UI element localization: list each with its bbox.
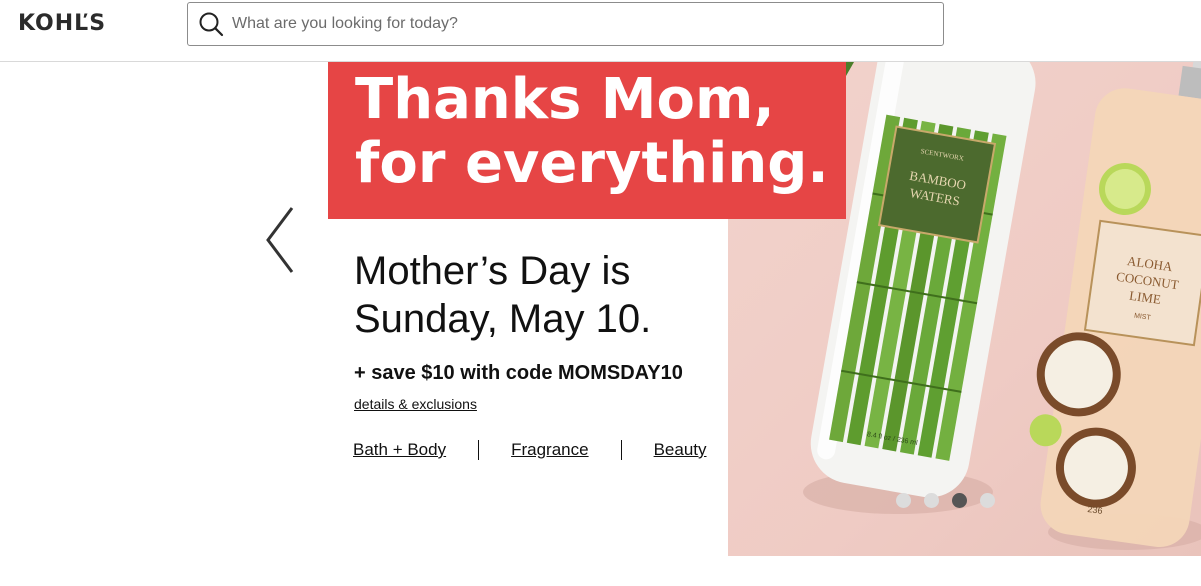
- category-link-fragrance[interactable]: Fragrance: [511, 440, 588, 460]
- search-icon[interactable]: [196, 9, 226, 39]
- details-exclusions-link[interactable]: details & exclusions: [354, 396, 477, 412]
- category-link-beauty[interactable]: Beauty: [654, 440, 707, 460]
- hero-subheadline: Mother’s Day is Sunday, May 10.: [354, 249, 652, 341]
- carousel-dot[interactable]: [952, 493, 967, 508]
- hero-headline: Thanks Mom, for everything.: [355, 67, 829, 196]
- bottle2-size-label: 236: [1087, 504, 1103, 516]
- carousel-dot[interactable]: [924, 493, 939, 508]
- site-header: KOHĽS: [0, 0, 1201, 62]
- carousel-prev-arrow-icon[interactable]: [262, 205, 298, 275]
- hero-banner[interactable]: Thanks Mom, for everything.: [328, 62, 846, 219]
- promo-code-text: + save $10 with code MOMSDAY10: [354, 362, 683, 384]
- divider: [478, 440, 480, 460]
- category-link-bath-body[interactable]: Bath + Body: [353, 440, 446, 460]
- search-bar[interactable]: [187, 2, 944, 46]
- category-links: Bath + Body Fragrance Beauty: [353, 438, 707, 462]
- carousel-dot[interactable]: [896, 493, 911, 508]
- carousel-dot[interactable]: [980, 493, 995, 508]
- kohls-logo[interactable]: KOHĽS: [18, 11, 106, 36]
- search-input[interactable]: [232, 9, 912, 39]
- carousel-indicators: [896, 493, 995, 508]
- divider: [620, 440, 622, 460]
